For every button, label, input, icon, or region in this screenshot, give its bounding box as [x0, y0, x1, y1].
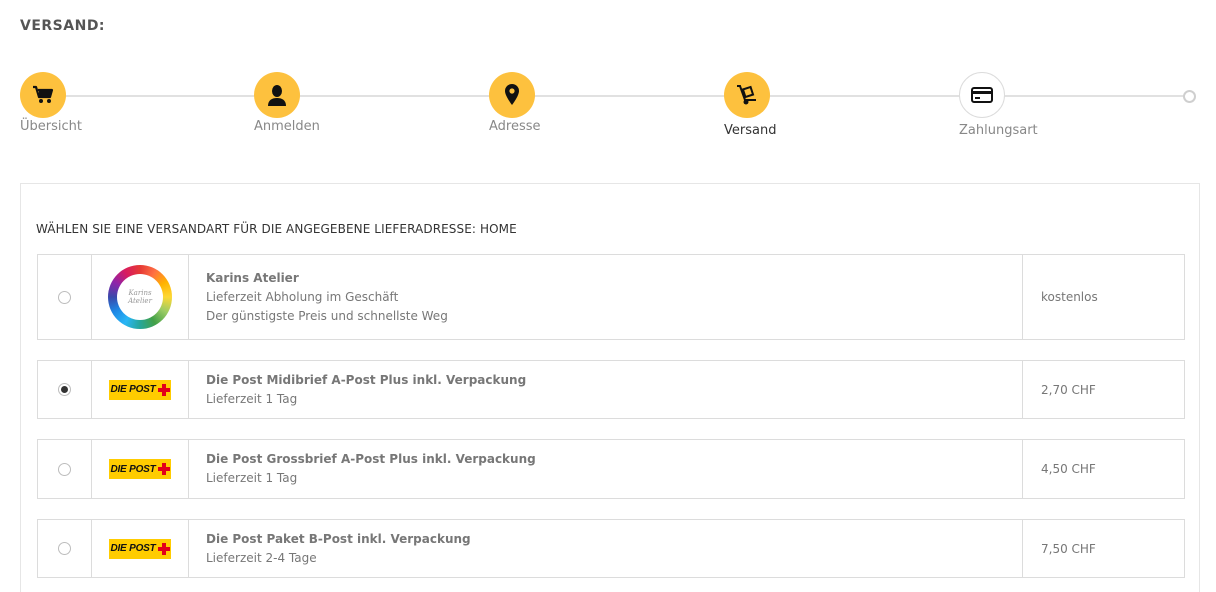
page-title: VERSAND: [20, 18, 106, 34]
option-name: Die Post Midibrief A-Post Plus inkl. Ver… [206, 372, 527, 387]
shipping-option-karins-atelier[interactable]: Karins Atelier Karins Atelier Lieferzeit… [37, 254, 1185, 340]
step-label: Adresse [489, 119, 541, 134]
map-pin-icon [489, 72, 535, 118]
shipping-radio[interactable] [58, 462, 71, 476]
shipping-option-post-midibrief[interactable]: DIE POST Die Post Midibrief A-Post Plus … [37, 360, 1185, 419]
option-detail: Lieferzeit 2-4 Tage [206, 550, 317, 565]
option-price: 2,70 CHF [1041, 382, 1096, 397]
option-name: Karins Atelier [206, 270, 299, 285]
option-detail: Lieferzeit 1 Tag [206, 471, 298, 485]
progress-end-dot [1183, 90, 1196, 103]
step-label: Übersicht [20, 119, 82, 134]
shipping-option-post-grossbrief[interactable]: DIE POST Die Post Grossbrief A-Post Plus… [37, 439, 1185, 499]
step-label: Anmelden [254, 119, 320, 134]
die-post-logo: DIE POST [109, 459, 171, 479]
shipping-radio[interactable] [58, 383, 71, 396]
die-post-logo: DIE POST [109, 538, 171, 559]
progress-line [42, 95, 1188, 97]
section-title: WÄHLEN SIE EINE VERSANDART FÜR DIE ANGEG… [36, 222, 517, 236]
option-detail: Lieferzeit 1 Tag [206, 391, 298, 406]
option-detail: Lieferzeit Abholung im Geschäft [206, 289, 399, 304]
shipping-radio[interactable] [58, 542, 71, 555]
post-logo-text: DIE POST [110, 463, 156, 475]
shipping-option-post-paket[interactable]: DIE POST Die Post Paket B-Post inkl. Ver… [37, 519, 1185, 578]
option-name: Die Post Paket B-Post inkl. Verpackung [206, 531, 471, 546]
die-post-logo: DIE POST [109, 379, 171, 400]
cart-icon [20, 72, 66, 118]
option-price: 4,50 CHF [1041, 462, 1096, 476]
step-label: Versand [724, 123, 777, 138]
step-label: Zahlungsart [959, 123, 1038, 138]
shipping-radio[interactable] [58, 290, 71, 304]
option-price: kostenlos [1041, 290, 1098, 304]
karins-atelier-logo: Karins Atelier [108, 265, 172, 329]
shipping-panel: WÄHLEN SIE EINE VERSANDART FÜR DIE ANGEG… [20, 183, 1200, 592]
hand-truck-icon [724, 72, 770, 118]
checkout-progress: Übersicht Anmelden Adresse Versand Zahlu… [0, 70, 1216, 150]
option-name: Die Post Grossbrief A-Post Plus inkl. Ve… [206, 452, 536, 466]
credit-card-icon [959, 72, 1005, 118]
option-price: 7,50 CHF [1041, 541, 1096, 556]
atelier-logo-text: Karins Atelier [117, 274, 163, 320]
user-icon [254, 72, 300, 118]
post-logo-text: DIE POST [110, 384, 156, 395]
option-detail: Der günstigste Preis und schnellste Weg [206, 308, 448, 323]
post-logo-text: DIE POST [110, 543, 156, 554]
